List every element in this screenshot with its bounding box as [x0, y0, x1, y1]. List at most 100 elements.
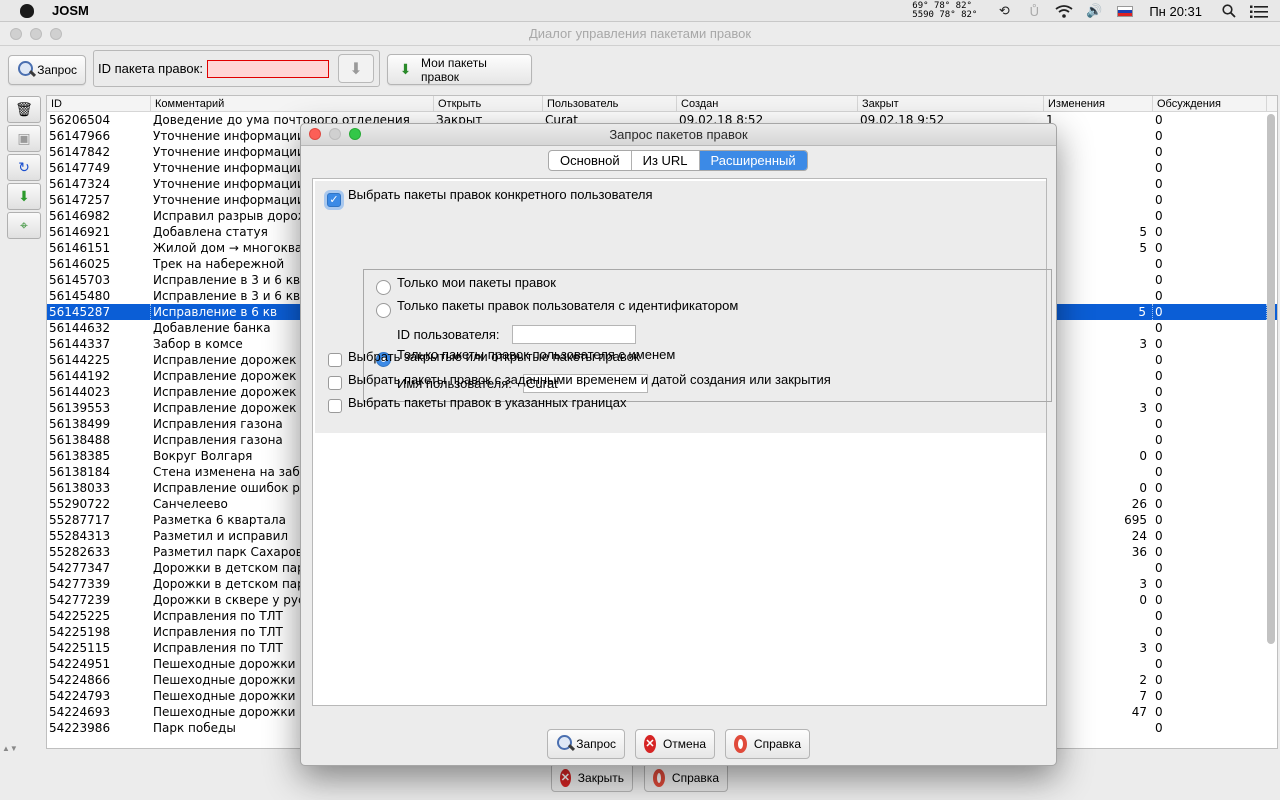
remove-button[interactable]: ▣ [7, 125, 41, 152]
advanced-tab-pane: ✓ Выбрать пакеты правок конкретного поль… [312, 178, 1052, 706]
table-cell-changes: 5 [1044, 304, 1153, 320]
scrollbar-thumb[interactable] [1267, 114, 1275, 644]
table-cell-changes [1044, 288, 1153, 304]
by-user-id-radio[interactable] [376, 303, 391, 318]
column-header-user[interactable]: Пользователь [543, 96, 677, 111]
time-filter-checkbox[interactable] [328, 376, 342, 390]
table-cell-changes: 26 [1131, 497, 1147, 511]
column-header-comment[interactable]: Комментарий [151, 96, 434, 111]
lifebuoy-icon [653, 768, 665, 787]
tab-advanced[interactable]: Расширенный [699, 151, 807, 170]
close-window-button[interactable] [10, 28, 22, 40]
notification-center-icon[interactable] [1250, 4, 1268, 18]
zoom-window-button[interactable] [50, 28, 62, 40]
table-cell-changes [1044, 256, 1153, 272]
help-button[interactable]: Справка [644, 763, 728, 792]
table-cell-discussions: 0 [1155, 177, 1163, 191]
download-changeset-button[interactable]: ⬇ [338, 54, 374, 83]
table-cell-discussions: 0 [1155, 689, 1163, 703]
user-filter-checkbox[interactable]: ✓ [327, 193, 341, 207]
dialog-close-button[interactable] [309, 128, 321, 140]
table-cell-id: 56146025 [49, 257, 111, 271]
table-cell-changes: 695 [1124, 513, 1147, 527]
user-id-field[interactable] [512, 325, 636, 344]
table-cell-discussions: 0 [1155, 353, 1163, 367]
table-cell-id: 54224866 [49, 673, 111, 687]
table-cell-changes [1044, 128, 1153, 144]
table-cell-discussions: 0 [1155, 577, 1163, 591]
table-cell-id: 55287717 [49, 513, 111, 527]
spotlight-icon[interactable] [1220, 4, 1238, 18]
table-cell-discussions: 0 [1155, 497, 1163, 511]
table-scrollbar[interactable] [1267, 114, 1275, 744]
download-green-icon: ⬇ [18, 188, 30, 204]
changeset-id-input[interactable] [206, 59, 329, 78]
trash-button[interactable]: 🗑 [7, 96, 41, 123]
lifebuoy-icon [734, 735, 747, 753]
table-cell-id: 56144192 [49, 369, 111, 383]
dialog-title: Запрос пакетов правок [609, 127, 748, 142]
volume-icon[interactable]: 🔊 [1085, 3, 1103, 18]
table-cell-changes [1044, 384, 1153, 400]
dialog-help-button[interactable]: Справка [725, 729, 810, 759]
dialog-query-button[interactable]: Запрос [547, 729, 625, 759]
table-cell-id: 56138184 [49, 465, 111, 479]
my-changesets-button[interactable]: ⬇ Мои пакеты правок [387, 54, 532, 85]
column-header-closed[interactable]: Закрыт [858, 96, 1044, 111]
app-menu-josm[interactable]: JOSM [52, 3, 89, 18]
temperature-readout: 69° 78° 82° 5590 78° 82° [912, 1, 978, 20]
table-cell-discussions: 0 [1155, 273, 1163, 287]
apple-icon[interactable] [20, 3, 34, 18]
time-machine-icon[interactable]: ⟲ [995, 3, 1013, 18]
clock[interactable]: Пн 20:31 [1149, 4, 1202, 19]
table-cell-id: 56139553 [49, 401, 111, 415]
table-cell-discussions: 0 [1155, 657, 1163, 671]
table-cell-changes [1044, 192, 1153, 208]
query-button[interactable]: Запрос [8, 55, 86, 85]
advanced-filters: ✓ Выбрать пакеты правок конкретного поль… [315, 181, 1052, 433]
column-header-id[interactable]: ID [47, 96, 151, 111]
tab-from-url[interactable]: Из URL [632, 151, 700, 170]
table-cell-id: 56146921 [49, 225, 111, 239]
flag-ru-icon[interactable] [1117, 5, 1134, 17]
column-header-created[interactable]: Создан [677, 96, 858, 111]
table-cell-id: 54223986 [49, 721, 111, 735]
open-closed-checkbox[interactable] [328, 353, 342, 367]
table-cell-id: 56144632 [49, 321, 111, 335]
minimize-window-button[interactable] [30, 28, 42, 40]
table-cell-changes: 5 [1139, 241, 1147, 255]
dialog-zoom-button[interactable] [349, 128, 361, 140]
table-cell-id: 56138033 [49, 481, 111, 495]
download-content-button[interactable]: ⬇ [7, 183, 41, 210]
wifi-icon[interactable] [1055, 4, 1073, 18]
bluetooth-icon[interactable]: Ů [1025, 4, 1043, 19]
tab-basic[interactable]: Основной [549, 151, 632, 170]
table-cell-discussions: 0 [1155, 385, 1163, 399]
status-area: 69° 78° 82° 5590 78° 82° ⟲ Ů 🔊 Пн 20:31 [912, 0, 1280, 22]
only-mine-label: Только мои пакеты правок [397, 275, 556, 290]
dialog-cancel-button[interactable]: ✕ Отмена [635, 729, 715, 759]
table-cell-id: 56147749 [49, 161, 111, 175]
zoom-to-button[interactable]: ⌖ [7, 212, 41, 239]
table-cell-changes [1044, 656, 1153, 672]
table-cell-discussions: 0 [1153, 304, 1267, 320]
column-header-changes[interactable]: Изменения [1044, 96, 1153, 111]
table-cell-changes [1044, 608, 1153, 624]
column-header-open[interactable]: Открыть [434, 96, 543, 111]
close-button[interactable]: ✕ Закрыть [551, 763, 633, 792]
table-cell-id: 56147966 [49, 129, 111, 143]
table-cell-changes: 5 [1139, 225, 1147, 239]
column-header-discussions[interactable]: Обсуждения [1153, 96, 1267, 111]
toolbar: Запрос ID пакета правок: ⬇ ⬇ Мои пакеты … [0, 47, 1280, 93]
table-cell-changes [1044, 176, 1153, 192]
table-cell-changes: 0 [1139, 449, 1147, 463]
only-mine-radio[interactable] [376, 280, 391, 295]
refresh-button[interactable]: ↻ [7, 154, 41, 181]
table-cell-discussions: 0 [1155, 593, 1163, 607]
scroll-arrows[interactable]: ▲▼ [2, 744, 18, 753]
table-cell-id: 54225115 [49, 641, 111, 655]
table-cell-changes: 24 [1131, 529, 1147, 543]
dialog-minimize-button[interactable] [329, 128, 341, 140]
table-cell-discussions: 0 [1155, 545, 1163, 559]
bounds-filter-checkbox[interactable] [328, 399, 342, 413]
